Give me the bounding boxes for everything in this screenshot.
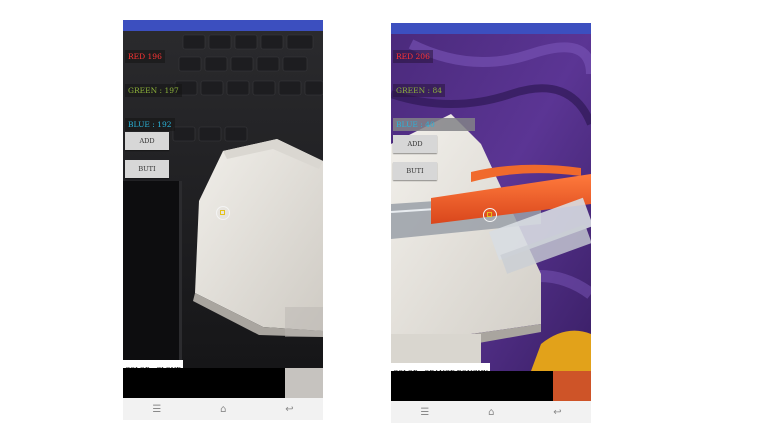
color-swatch (553, 371, 591, 401)
add-button[interactable]: ADD (125, 132, 169, 150)
blue-value-readout: BLUE : 40 (393, 118, 475, 131)
camera-preview-image (123, 31, 323, 368)
status-bar (391, 23, 591, 34)
back-icon[interactable]: ↩ (285, 404, 293, 415)
add-button[interactable]: ADD (393, 135, 437, 153)
red-value-readout: RED 206 (393, 50, 433, 63)
camera-preview[interactable]: RED 196 GREEN : 197 BLUE : 192 ADD BUTI … (123, 31, 323, 368)
home-icon[interactable]: ⌂ (488, 407, 494, 418)
color-sample-square-icon (220, 210, 225, 215)
color-preview-bar (123, 368, 323, 398)
color-swatch (285, 368, 323, 398)
menu-icon[interactable]: ☰ (152, 404, 161, 415)
buti-button[interactable]: BUTI (393, 162, 437, 180)
color-preview-bar (391, 371, 591, 401)
red-value-readout: RED 196 (125, 50, 165, 63)
crosshair-icon (216, 206, 230, 220)
green-value-readout: GREEN : 197 (125, 84, 182, 97)
status-bar (123, 20, 323, 31)
buti-button[interactable]: BUTI (125, 160, 169, 178)
home-icon[interactable]: ⌂ (220, 404, 226, 415)
phone-screen-left: RED 196 GREEN : 197 BLUE : 192 ADD BUTI … (123, 20, 323, 420)
camera-preview[interactable]: RED 206 GREEN : 84 BLUE : 40 ADD BUTI CO… (391, 34, 591, 371)
back-icon[interactable]: ↩ (553, 407, 561, 418)
phone-screen-right: RED 206 GREEN : 84 BLUE : 40 ADD BUTI CO… (391, 23, 591, 423)
blue-value-readout: BLUE : 192 (125, 118, 175, 131)
color-sample-square-icon (487, 212, 492, 217)
navigation-bar: ☰ ⌂ ↩ (391, 401, 591, 423)
green-value-readout: GREEN : 84 (393, 84, 445, 97)
navigation-bar: ☰ ⌂ ↩ (123, 398, 323, 420)
color-name-label: COLOR : CLOUD (123, 360, 184, 368)
color-name-label: COLOR : ORANGE ROUGHY (391, 363, 490, 371)
crosshair-icon (483, 208, 497, 222)
menu-icon[interactable]: ☰ (420, 407, 429, 418)
